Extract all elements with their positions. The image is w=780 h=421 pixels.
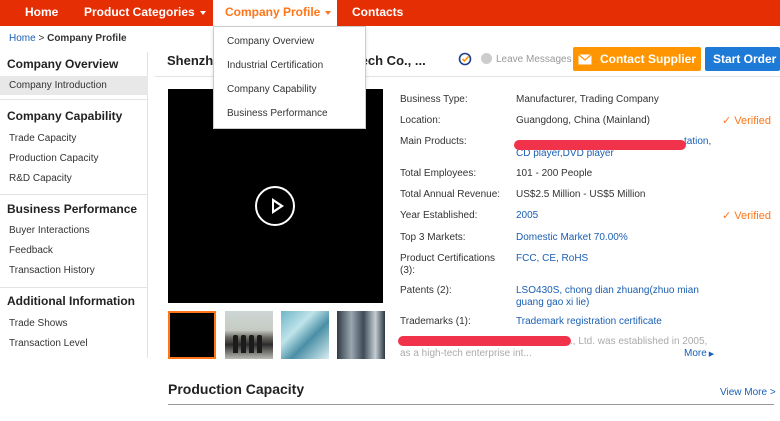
- person-figure: [241, 335, 246, 353]
- nav-product-categories[interactable]: Product Categories: [84, 0, 206, 26]
- sidebar-item-trade-shows[interactable]: Trade Shows: [0, 314, 148, 333]
- leave-messages-label: Leave Messages: [496, 54, 572, 65]
- intro-text-line1: ., Ltd. was established in 2005,: [570, 336, 708, 347]
- year-established-value[interactable]: 2005: [516, 210, 716, 222]
- section-divider: [168, 404, 774, 405]
- start-order-button[interactable]: Start Order: [705, 47, 780, 71]
- redaction-bar: [514, 140, 686, 150]
- sidebar: Company Overview Company Introduction Co…: [0, 52, 148, 358]
- production-capacity-title: Production Capacity: [168, 381, 305, 397]
- view-more-link[interactable]: View More >: [720, 387, 776, 398]
- top-markets-label: Top 3 Markets:: [400, 232, 466, 243]
- person-figure: [233, 335, 238, 353]
- sidebar-heading-company-overview: Company Overview: [7, 57, 119, 71]
- sidebar-item-trade-capacity[interactable]: Trade Capacity: [0, 129, 148, 148]
- company-name-start: Shenzh: [167, 53, 214, 68]
- person-figure: [249, 335, 254, 353]
- location-value: Guangdong, China (Mainland): [516, 115, 650, 126]
- person-figure: [257, 335, 262, 353]
- sidebar-heading-additional-information: Additional Information: [7, 294, 135, 308]
- year-verified-badge: ✓ Verified: [722, 209, 771, 222]
- contact-supplier-label: Contact Supplier: [599, 52, 696, 66]
- sidebar-divider: [0, 194, 148, 195]
- trademarks-label: Trademarks (1):: [400, 316, 471, 327]
- sidebar-heading-business-performance: Business Performance: [7, 202, 138, 216]
- location-verified-badge: ✓ Verified: [722, 114, 771, 127]
- verified-label: Verified: [734, 115, 771, 127]
- nav-contacts[interactable]: Contacts: [352, 0, 403, 26]
- sidebar-item-transaction-level[interactable]: Transaction Level: [0, 334, 148, 353]
- dropdown-item-industrial-certification[interactable]: Industrial Certification: [227, 60, 323, 71]
- sidebar-item-buyer-interactions[interactable]: Buyer Interactions: [0, 221, 148, 240]
- dropdown-item-company-capability[interactable]: Company Capability: [227, 84, 317, 95]
- sidebar-item-feedback[interactable]: Feedback: [0, 241, 148, 260]
- sidebar-item-production-capacity[interactable]: Production Capacity: [0, 149, 148, 168]
- sidebar-divider: [0, 99, 148, 100]
- check-icon: ✓: [722, 115, 735, 127]
- main-products-label: Main Products:: [400, 136, 467, 147]
- redaction-bar: [398, 336, 571, 346]
- caret-right-icon: ▶: [706, 351, 715, 358]
- dropdown-item-business-performance[interactable]: Business Performance: [227, 108, 328, 119]
- play-icon[interactable]: [255, 186, 295, 226]
- patents-label: Patents (2):: [400, 285, 452, 296]
- top-markets-value[interactable]: Domestic Market 70.00%: [516, 232, 716, 244]
- leave-messages-link[interactable]: Leave Messages: [481, 53, 572, 65]
- company-profile-dropdown: Company Overview Industrial Certificatio…: [213, 26, 366, 129]
- thumbnail-video[interactable]: [168, 311, 216, 359]
- year-established-label: Year Established:: [400, 210, 478, 221]
- audited-supplier-icon: [458, 52, 472, 66]
- check-icon: ✓: [722, 210, 735, 222]
- sidebar-divider: [0, 287, 148, 288]
- location-label: Location:: [400, 115, 441, 126]
- sidebar-item-rd-capacity[interactable]: R&D Capacity: [0, 169, 148, 188]
- intro-text-line2: as a high-tech enterprise int...: [400, 348, 532, 359]
- thumbnail-factory-line[interactable]: [281, 311, 329, 359]
- breadcrumb-home-link[interactable]: Home: [9, 33, 36, 44]
- breadcrumb-current: Company Profile: [47, 33, 127, 44]
- patents-value[interactable]: LSO430S, chong dian zhuang(zhuo mian gua…: [516, 285, 706, 309]
- sidebar-item-company-introduction[interactable]: Company Introduction: [0, 76, 148, 95]
- main-products-value-end[interactable]: tation,: [684, 136, 724, 148]
- nav-company-profile-label: Company Profile: [225, 5, 321, 19]
- chevron-down-icon: [325, 10, 332, 15]
- total-employees-label: Total Employees:: [400, 168, 477, 179]
- chevron-down-icon: [199, 10, 206, 15]
- thumbnail-team-photo[interactable]: [225, 311, 273, 359]
- nav-company-profile[interactable]: Company Profile: [213, 0, 337, 26]
- business-type-value: Manufacturer, Trading Company: [516, 94, 659, 105]
- thumbnail-warehouse[interactable]: [337, 311, 385, 359]
- breadcrumb: Home > Company Profile: [9, 33, 127, 44]
- more-label: More: [684, 348, 707, 359]
- top-nav: Home Product Categories Company Profile …: [0, 0, 780, 26]
- mail-icon: [578, 54, 592, 65]
- verified-label: Verified: [734, 210, 771, 222]
- trademarks-value[interactable]: Trademark registration certificate: [516, 316, 716, 328]
- breadcrumb-separator: >: [35, 33, 48, 44]
- dropdown-item-company-overview[interactable]: Company Overview: [227, 36, 314, 47]
- more-link[interactable]: More ▶: [684, 348, 714, 359]
- certifications-value[interactable]: FCC, CE, RoHS: [516, 253, 716, 265]
- message-icon: [481, 53, 492, 64]
- sidebar-item-transaction-history[interactable]: Transaction History: [0, 261, 148, 280]
- contact-supplier-button[interactable]: Contact Supplier: [573, 47, 701, 71]
- business-type-label: Business Type:: [400, 94, 468, 105]
- nav-home[interactable]: Home: [25, 0, 58, 26]
- nav-product-categories-label: Product Categories: [84, 5, 195, 19]
- total-employees-value: 101 - 200 People: [516, 168, 593, 179]
- annual-revenue-value: US$2.5 Million - US$5 Million: [516, 189, 646, 200]
- certifications-label: Product Certifications (3):: [400, 253, 496, 276]
- sidebar-heading-company-capability: Company Capability: [7, 109, 123, 123]
- annual-revenue-label: Total Annual Revenue:: [400, 189, 501, 200]
